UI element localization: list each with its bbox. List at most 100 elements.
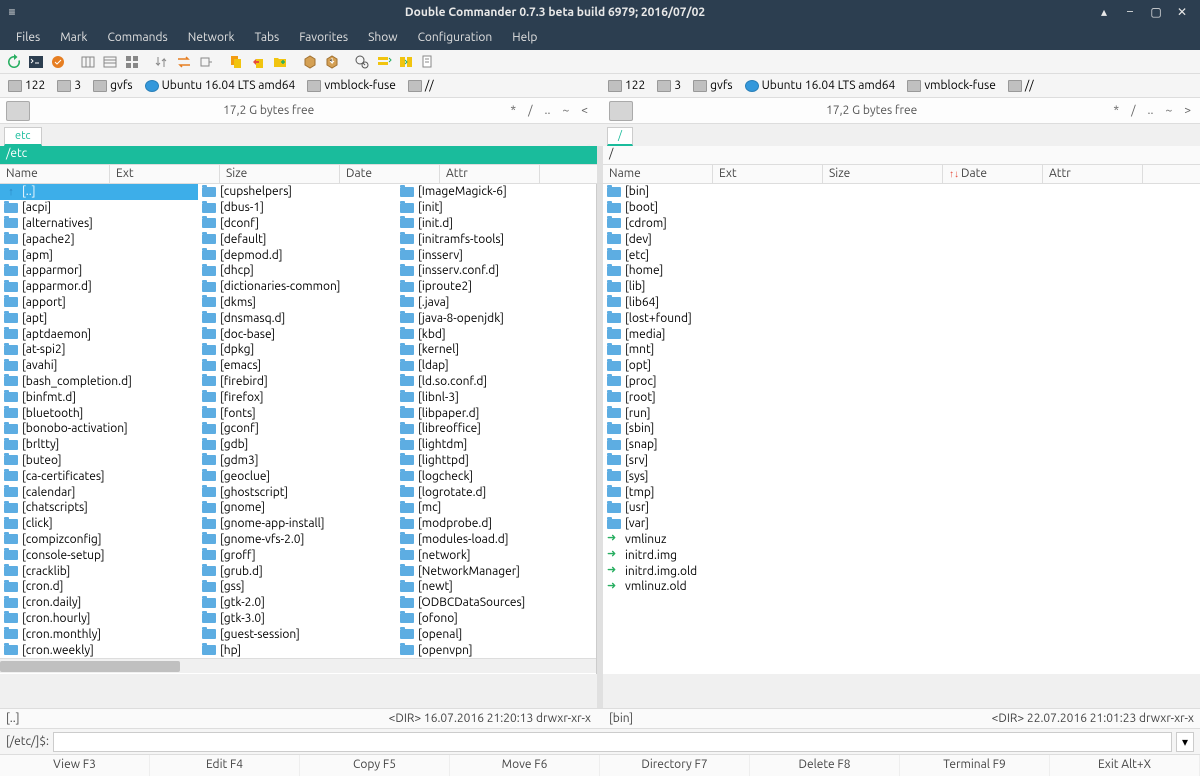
file-item[interactable]: [..] [0,184,198,200]
file-item[interactable]: [libpaper.d] [396,405,594,421]
tab-left[interactable]: etc [4,127,42,146]
file-item[interactable]: [buteo] [0,453,198,469]
drive-icon[interactable] [609,101,633,121]
column-header-date[interactable]: Date [340,165,440,183]
file-item[interactable]: [logcheck] [396,468,594,484]
file-item[interactable]: [apparmor] [0,263,198,279]
view-columns-icon[interactable] [100,52,120,72]
file-item[interactable]: [gconf] [198,421,396,437]
file-item[interactable]: [hp] [198,642,396,658]
menu-mark[interactable]: Mark [50,31,97,44]
column-header-date[interactable]: ↑↓Date [943,165,1043,183]
file-item[interactable]: [console-setup] [0,547,198,563]
file-item[interactable]: [cron.d] [0,579,198,595]
menu-help[interactable]: Help [502,31,547,44]
fn-directory[interactable]: Directory F7 [600,755,750,776]
file-item[interactable]: [tmp] [603,484,1200,500]
sync-icon[interactable] [48,52,68,72]
drive-button[interactable]: 122 [604,79,649,92]
file-item[interactable]: [modules-load.d] [396,532,594,548]
menu-configuration[interactable]: Configuration [408,31,503,44]
fn-move[interactable]: Move F6 [450,755,600,776]
file-item[interactable]: [init] [396,200,594,216]
file-item[interactable]: [bash_completion.d] [0,374,198,390]
file-item[interactable]: vmlinuz [603,532,1200,548]
file-item[interactable]: [dpkg] [198,342,396,358]
file-item[interactable]: [binfmt.d] [0,389,198,405]
file-item[interactable]: [ldap] [396,358,594,374]
menu-tabs[interactable]: Tabs [245,31,290,44]
file-item[interactable]: [initramfs-tools] [396,231,594,247]
file-item[interactable]: [snap] [603,437,1200,453]
file-item[interactable]: [gdm3] [198,453,396,469]
path-left[interactable]: /etc [0,146,597,164]
file-item[interactable]: [opt] [603,358,1200,374]
fn-exit[interactable]: Exit Alt+X [1050,755,1200,776]
file-item[interactable]: [apm] [0,247,198,263]
file-item[interactable]: [srv] [603,453,1200,469]
file-item[interactable]: [ld.so.conf.d] [396,374,594,390]
file-item[interactable]: [bluetooth] [0,405,198,421]
drive-button[interactable]: 3 [653,79,685,92]
close-icon[interactable]: ✕ [1174,5,1190,19]
file-item[interactable]: [cron.hourly] [0,611,198,627]
menu-show[interactable]: Show [358,31,407,44]
file-item[interactable]: [.java] [396,295,594,311]
file-item[interactable]: [cron.weekly] [0,642,198,658]
command-input[interactable] [53,732,1172,752]
file-item[interactable]: [default] [198,231,396,247]
nav-back[interactable]: < [578,104,591,117]
drive-button[interactable]: gvfs [89,79,137,92]
file-item[interactable]: [home] [603,263,1200,279]
file-item[interactable]: vmlinuz.old [603,579,1200,595]
file-item[interactable]: [firebird] [198,374,396,390]
file-item[interactable]: [cdrom] [603,216,1200,232]
file-item[interactable]: [libreoffice] [396,421,594,437]
file-item[interactable]: [java-8-openjdk] [396,310,594,326]
file-item[interactable]: [grub.d] [198,563,396,579]
file-item[interactable]: [dconf] [198,216,396,232]
file-item[interactable]: [network] [396,547,594,563]
file-item[interactable]: [newt] [396,579,594,595]
nav-root[interactable]: / [1128,104,1138,117]
file-item[interactable]: [at-spi2] [0,342,198,358]
nav-root[interactable]: / [525,104,535,117]
menu-files[interactable]: Files [6,31,50,44]
terminal-icon[interactable] [26,52,46,72]
file-item[interactable]: [gtk-3.0] [198,611,396,627]
hamburger-icon[interactable]: ≡ [0,5,24,19]
file-item[interactable]: [mc] [396,500,594,516]
fn-delete[interactable]: Delete F8 [750,755,900,776]
file-item[interactable]: [calendar] [0,484,198,500]
drive-icon[interactable] [6,101,30,121]
file-item[interactable]: [apt] [0,310,198,326]
file-item[interactable]: [depmod.d] [198,247,396,263]
file-item[interactable]: [kernel] [396,342,594,358]
drive-button[interactable]: gvfs [689,79,737,92]
file-item[interactable]: [sbin] [603,421,1200,437]
file-item[interactable]: [gnome-vfs-2.0] [198,532,396,548]
file-item[interactable]: [apport] [0,295,198,311]
nav-up[interactable]: .. [542,104,554,117]
drive-button[interactable]: // [1004,79,1038,92]
pack-icon[interactable] [300,52,320,72]
column-header-name[interactable]: Name [0,165,110,183]
file-item[interactable]: [click] [0,516,198,532]
file-item[interactable]: [dictionaries-common] [198,279,396,295]
nav-star[interactable]: * [507,104,519,117]
file-item[interactable]: [mnt] [603,342,1200,358]
drive-button[interactable]: Ubuntu 16.04 LTS amd64 [141,79,300,92]
file-item[interactable]: [groff] [198,547,396,563]
file-item[interactable]: [acpi] [0,200,198,216]
file-item[interactable]: [avahi] [0,358,198,374]
file-item[interactable]: [gnome] [198,500,396,516]
file-item[interactable]: [cupshelpers] [198,184,396,200]
column-header-name[interactable]: Name [603,165,713,183]
copy-names-icon[interactable] [418,52,438,72]
file-item[interactable]: [emacs] [198,358,396,374]
file-item[interactable]: [proc] [603,374,1200,390]
file-item[interactable]: [dbus-1] [198,200,396,216]
nav-fwd[interactable]: > [1181,104,1194,117]
column-header-size[interactable]: Size [823,165,943,183]
file-item[interactable]: [usr] [603,500,1200,516]
